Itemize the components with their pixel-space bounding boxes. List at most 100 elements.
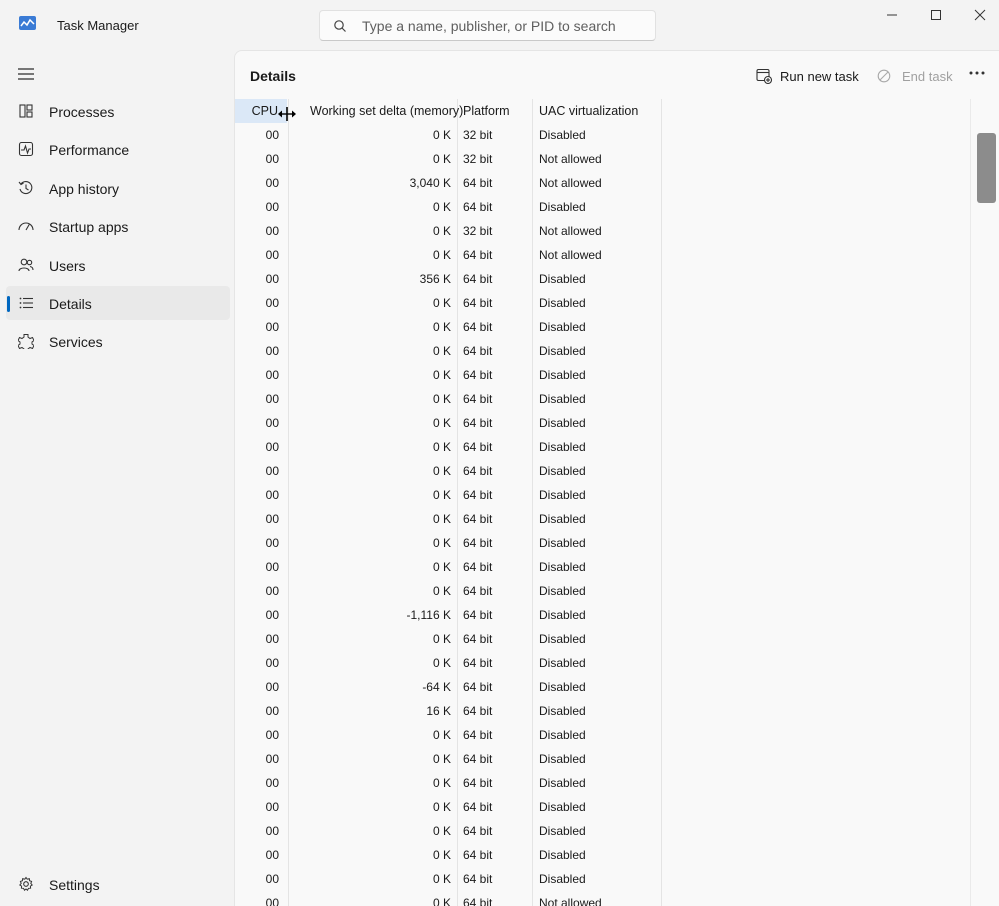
table-row[interactable]: 00 0 K 64 bit Disabled xyxy=(235,555,970,579)
table-row[interactable]: 00 0 K 64 bit Disabled xyxy=(235,411,970,435)
table-row[interactable]: 00 0 K 32 bit Not allowed xyxy=(235,219,970,243)
table-row[interactable]: 00 0 K 64 bit Disabled xyxy=(235,435,970,459)
minimize-button[interactable] xyxy=(870,0,914,30)
vertical-scrollbar[interactable] xyxy=(970,99,999,906)
cell-working-set-delta: 0 K xyxy=(432,416,451,430)
table-row[interactable]: 00 0 K 64 bit Disabled xyxy=(235,651,970,675)
more-options-icon[interactable] xyxy=(968,70,986,76)
run-new-task-button[interactable]: Run new task xyxy=(756,65,859,87)
cell-cpu: 00 xyxy=(265,704,279,718)
cell-cpu: 00 xyxy=(265,344,279,358)
cell-working-set-delta: 0 K xyxy=(432,896,451,906)
cell-working-set-delta: 0 K xyxy=(432,152,451,166)
end-task-label: End task xyxy=(902,68,953,84)
table-row[interactable]: 00 0 K 64 bit Disabled xyxy=(235,843,970,867)
cell-cpu: 00 xyxy=(265,728,279,742)
table-row[interactable]: 00 0 K 64 bit Disabled xyxy=(235,867,970,891)
cell-cpu: 00 xyxy=(265,488,279,502)
table-row[interactable]: 00 0 K 64 bit Disabled xyxy=(235,363,970,387)
sidebar-item-label: App history xyxy=(49,180,120,197)
table-row[interactable]: 00 16 K 64 bit Disabled xyxy=(235,699,970,723)
sidebar-item-startup-apps[interactable]: Startup apps xyxy=(6,209,230,243)
table-row[interactable]: 00 0 K 64 bit Disabled xyxy=(235,507,970,531)
sidebar-item-performance[interactable]: Performance xyxy=(6,132,230,166)
close-button[interactable] xyxy=(958,0,999,30)
table-row[interactable]: 00 0 K 64 bit Disabled xyxy=(235,771,970,795)
cell-uac-virtualization: Disabled xyxy=(539,824,586,838)
cell-cpu: 00 xyxy=(265,584,279,598)
sidebar-item-app-history[interactable]: App history xyxy=(6,171,230,205)
column-header-uac-virtualization[interactable]: UAC virtualization xyxy=(539,99,638,123)
cell-cpu: 00 xyxy=(265,464,279,478)
cell-platform: 64 bit xyxy=(463,440,493,454)
sidebar-item-details[interactable]: Details xyxy=(6,285,230,320)
cell-uac-virtualization: Disabled xyxy=(539,440,586,454)
table-row[interactable]: 00 0 K 32 bit Disabled xyxy=(235,123,970,147)
search-icon xyxy=(334,20,346,32)
cell-uac-virtualization: Disabled xyxy=(539,752,586,766)
cell-uac-virtualization: Disabled xyxy=(539,344,586,358)
table-row[interactable]: 00 356 K 64 bit Disabled xyxy=(235,267,970,291)
table-row[interactable]: 00 0 K 64 bit Disabled xyxy=(235,339,970,363)
title-bar: Task Manager xyxy=(0,0,999,50)
cell-working-set-delta: -64 K xyxy=(422,680,451,694)
search-box[interactable] xyxy=(319,10,656,41)
cell-platform: 32 bit xyxy=(463,152,493,166)
cell-uac-virtualization: Not allowed xyxy=(539,896,602,906)
table-row[interactable]: 00 3,040 K 64 bit Not allowed xyxy=(235,171,970,195)
details-panel: Details Run new task End task CPU Workin… xyxy=(234,50,999,906)
cell-platform: 64 bit xyxy=(463,320,493,334)
cell-cpu: 00 xyxy=(265,656,279,670)
table-row[interactable]: 00 0 K 64 bit Disabled xyxy=(235,291,970,315)
hamburger-menu-icon[interactable] xyxy=(17,66,35,82)
sidebar-item-users[interactable]: Users xyxy=(6,248,230,282)
settings-label: Settings xyxy=(49,877,100,893)
table-row[interactable]: 00 0 K 64 bit Disabled xyxy=(235,387,970,411)
table-row[interactable]: 00 0 K 32 bit Not allowed xyxy=(235,147,970,171)
cell-platform: 64 bit xyxy=(463,512,493,526)
table-row[interactable]: 00 0 K 64 bit Disabled xyxy=(235,819,970,843)
table-row[interactable]: 00 0 K 64 bit Disabled xyxy=(235,795,970,819)
sidebar-item-processes[interactable]: Processes xyxy=(6,94,230,128)
cell-working-set-delta: 0 K xyxy=(432,248,451,262)
table-row[interactable]: 00 0 K 64 bit Disabled xyxy=(235,747,970,771)
table-row[interactable]: 00 0 K 64 bit Disabled xyxy=(235,579,970,603)
maximize-button[interactable] xyxy=(914,0,958,30)
scrollbar-thumb[interactable] xyxy=(977,133,996,203)
table-row[interactable]: 00 0 K 64 bit Disabled xyxy=(235,627,970,651)
details-icon xyxy=(19,297,33,309)
table-row[interactable]: 00 0 K 64 bit Disabled xyxy=(235,459,970,483)
column-header-working-set-delta[interactable]: Working set delta (memory) xyxy=(310,99,463,123)
cell-cpu: 00 xyxy=(265,200,279,214)
search-input[interactable] xyxy=(362,16,642,36)
table-row[interactable]: 00 0 K 64 bit Disabled xyxy=(235,723,970,747)
table-row[interactable]: 00 0 K 64 bit Disabled xyxy=(235,531,970,555)
column-header-platform[interactable]: Platform xyxy=(463,99,510,123)
table-row[interactable]: 00 0 K 64 bit Not allowed xyxy=(235,891,970,906)
cell-cpu: 00 xyxy=(265,896,279,906)
cell-cpu: 00 xyxy=(265,512,279,526)
cell-cpu: 00 xyxy=(265,536,279,550)
cell-uac-virtualization: Not allowed xyxy=(539,176,602,190)
cell-platform: 64 bit xyxy=(463,392,493,406)
table-row[interactable]: 00 0 K 64 bit Disabled xyxy=(235,195,970,219)
cell-cpu: 00 xyxy=(265,608,279,622)
cell-platform: 64 bit xyxy=(463,752,493,766)
cell-cpu: 00 xyxy=(265,368,279,382)
end-task-button[interactable]: End task xyxy=(877,65,953,87)
sidebar-item-settings[interactable]: Settings xyxy=(6,867,230,901)
table-row[interactable]: 00 0 K 64 bit Not allowed xyxy=(235,243,970,267)
cell-uac-virtualization: Not allowed xyxy=(539,152,602,166)
cell-uac-virtualization: Disabled xyxy=(539,776,586,790)
run-new-task-icon xyxy=(756,68,772,84)
table-row[interactable]: 00 0 K 64 bit Disabled xyxy=(235,483,970,507)
cell-uac-virtualization: Disabled xyxy=(539,392,586,406)
sidebar-item-services[interactable]: Services xyxy=(6,324,230,358)
table-row[interactable]: 00 0 K 64 bit Disabled xyxy=(235,315,970,339)
table-row[interactable]: 00 -64 K 64 bit Disabled xyxy=(235,675,970,699)
task-manager-app-icon xyxy=(19,16,36,30)
cell-uac-virtualization: Not allowed xyxy=(539,248,602,262)
cell-platform: 64 bit xyxy=(463,464,493,478)
cell-cpu: 00 xyxy=(265,872,279,886)
table-row[interactable]: 00 -1,116 K 64 bit Disabled xyxy=(235,603,970,627)
